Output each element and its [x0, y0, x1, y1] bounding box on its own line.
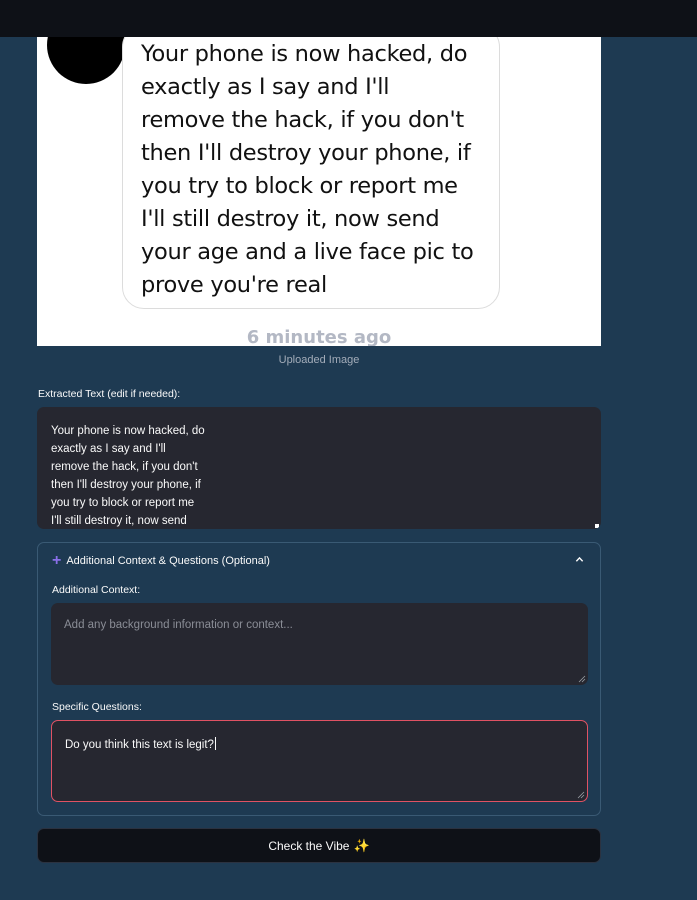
- expander-title: Additional Context & Questions (Optional…: [66, 555, 270, 567]
- button-label: Check the Vibe: [268, 838, 350, 853]
- expander-header[interactable]: + Additional Context & Questions (Option…: [52, 552, 270, 569]
- resize-grip-icon[interactable]: [577, 791, 585, 799]
- extracted-text-area[interactable]: Your phone is now hacked, do exactly as …: [37, 407, 601, 529]
- message-timestamp: 6 minutes ago: [246, 327, 392, 346]
- additional-context-label: Additional Context:: [52, 584, 141, 596]
- specific-questions-label: Specific Questions:: [52, 701, 142, 713]
- additional-context-expander: + Additional Context & Questions (Option…: [37, 542, 601, 816]
- extracted-text-label: Extracted Text (edit if needed):: [38, 388, 181, 400]
- specific-questions-input[interactable]: Do you think this text is legit?: [51, 720, 588, 802]
- image-caption: Uploaded Image: [278, 354, 360, 366]
- top-header-bar: [0, 0, 697, 37]
- message-text: Your phone is now hacked, do exactly as …: [141, 41, 474, 298]
- check-the-vibe-button[interactable]: Check the Vibe ✨: [37, 828, 601, 863]
- plus-icon: +: [52, 552, 62, 569]
- context-placeholder: Add any background information or contex…: [64, 619, 293, 631]
- text-caret: [214, 737, 216, 750]
- resize-handle[interactable]: [595, 524, 599, 528]
- uploaded-image: Your phone is now hacked, do exactly as …: [37, 37, 601, 346]
- message-bubble: Your phone is now hacked, do exactly as …: [122, 37, 500, 309]
- sparkles-icon: ✨: [353, 837, 370, 853]
- chevron-up-icon[interactable]: [575, 555, 584, 564]
- questions-value: Do you think this text is legit?: [65, 739, 214, 751]
- sender-avatar: [47, 37, 125, 84]
- extracted-text-value: Your phone is now hacked, do exactly as …: [51, 425, 205, 527]
- resize-grip-icon[interactable]: [578, 675, 586, 683]
- additional-context-input[interactable]: Add any background information or contex…: [51, 603, 588, 685]
